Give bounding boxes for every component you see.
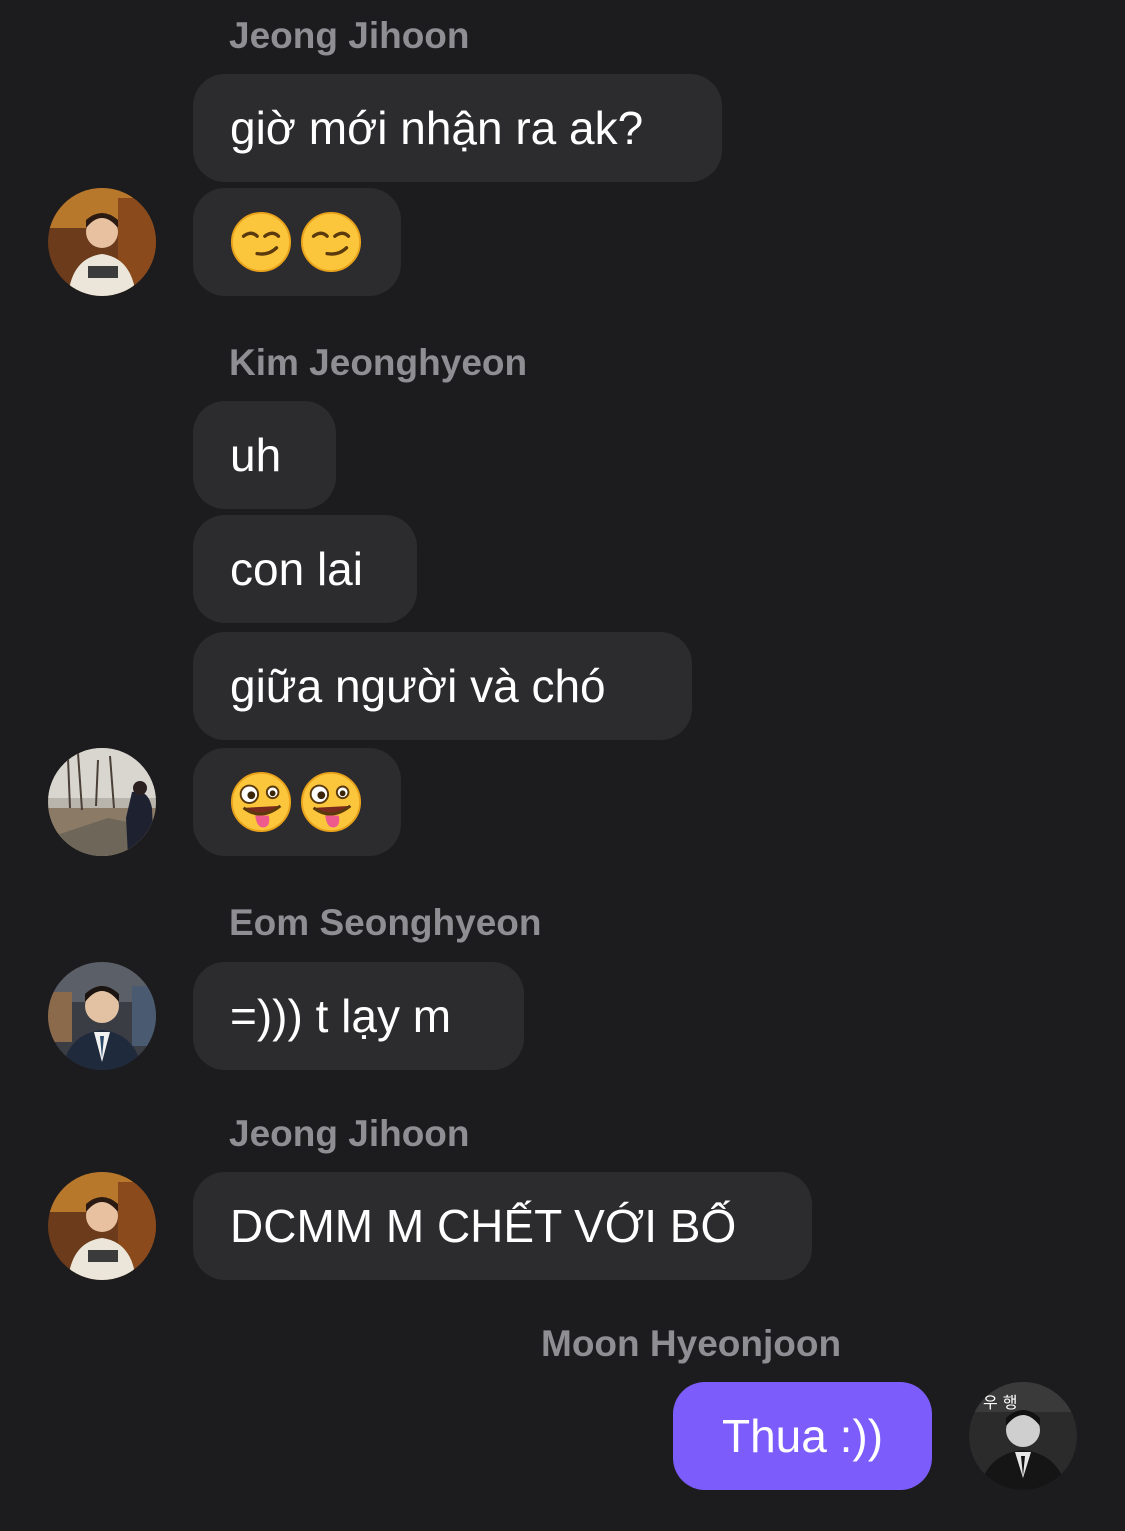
jeonghyeon-avatar[interactable] xyxy=(48,748,156,856)
jihoon-avatar[interactable] xyxy=(48,188,156,296)
sender-name: Jeong Jihoon xyxy=(229,15,470,56)
sender-name: Eom Seonghyeon xyxy=(229,902,542,943)
emoji-message-bubble[interactable] xyxy=(193,748,401,856)
sender-name: Kim Jeonghyeon xyxy=(229,342,528,383)
hyeonjoon-avatar[interactable]: 우 행 xyxy=(969,1382,1077,1490)
zany-face-emoji-icon xyxy=(300,771,362,833)
avatar-caption: 우 행 xyxy=(983,1393,1018,1412)
seonghyeon-avatar[interactable] xyxy=(48,962,156,1070)
outgoing-message-bubble[interactable]: Thua :)) xyxy=(673,1382,932,1490)
message-bubble[interactable]: =))) t lạy m xyxy=(193,962,524,1070)
jihoon-avatar[interactable] xyxy=(48,1172,156,1280)
zany-face-emoji-icon xyxy=(230,771,292,833)
message-bubble[interactable]: giờ mới nhận ra ak? xyxy=(193,74,722,182)
sender-name: Moon Hyeonjoon xyxy=(541,1323,842,1364)
message-bubble[interactable]: con lai xyxy=(193,515,417,623)
message-bubble[interactable]: uh xyxy=(193,401,336,509)
sender-name: Jeong Jihoon xyxy=(229,1113,470,1154)
emoji-message-bubble[interactable] xyxy=(193,188,401,296)
smirk-emoji-icon xyxy=(230,211,292,273)
smirk-emoji-icon xyxy=(300,211,362,273)
message-bubble[interactable]: DCMM M CHẾT VỚI BỐ xyxy=(193,1172,812,1280)
message-bubble[interactable]: giữa người và chó xyxy=(193,632,692,740)
chat-thread: Jeong Jihoon giờ mới nhận ra ak? Kim Jeo… xyxy=(0,0,1125,1531)
